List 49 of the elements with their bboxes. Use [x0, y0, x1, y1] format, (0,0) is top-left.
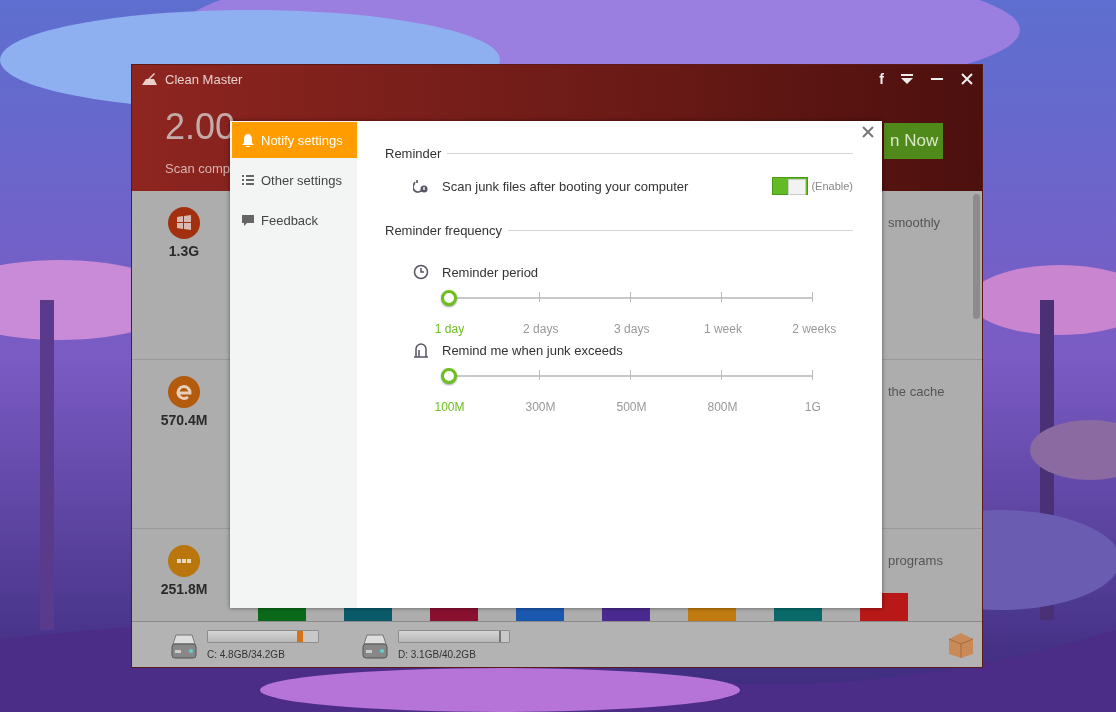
slider-option[interactable]: 3 days	[614, 322, 650, 336]
slider-option[interactable]: 100M	[434, 400, 465, 414]
category-description: the cache	[888, 383, 946, 401]
scrollbar-thumb[interactable]	[973, 194, 980, 319]
slider-option[interactable]: 800M	[707, 400, 738, 414]
chat-icon	[241, 213, 255, 227]
bell-icon	[241, 133, 255, 147]
clock-icon	[413, 264, 429, 280]
settings-tab[interactable]: Feedback	[232, 202, 357, 238]
category-size: 1.3G	[168, 243, 200, 259]
hard-drive-icon	[170, 631, 198, 662]
settings-tab[interactable]: Notify settings	[232, 122, 357, 158]
section-title: Reminder frequency	[385, 223, 503, 238]
slider-option[interactable]: 500M	[616, 400, 647, 414]
drive-usage: D: 3.1GB/40.2GB	[398, 648, 477, 660]
slider-thumb[interactable]	[441, 290, 457, 306]
category-size: 570.4M	[160, 412, 208, 428]
box-icon[interactable]	[948, 631, 974, 658]
windows-icon	[168, 207, 200, 239]
slider-option[interactable]: 1G	[804, 400, 821, 414]
drive-usage: C: 4.8GB/34.2GB	[207, 648, 286, 660]
browser-icon	[168, 376, 200, 408]
clean-button[interactable]: n Now	[884, 123, 943, 159]
section-title: Reminder	[385, 146, 442, 161]
settings-tab[interactable]: Other settings	[232, 162, 357, 198]
share-button[interactable]: f	[879, 71, 884, 87]
menu-icon[interactable]	[900, 73, 914, 85]
toggle-state: (Enable)	[811, 180, 853, 192]
option-label: Reminder period	[442, 264, 539, 280]
slider-thumb[interactable]	[441, 368, 457, 384]
list-icon	[241, 173, 255, 187]
option-label: Scan junk files after booting your computer	[442, 178, 689, 194]
hard-drive-icon	[361, 631, 389, 662]
scan-status: Scan comp	[165, 161, 232, 176]
slider-option[interactable]: 300M	[525, 400, 556, 414]
slider-option[interactable]: 1 day	[434, 322, 465, 336]
bell-icon	[413, 342, 429, 358]
broom-icon	[141, 72, 159, 86]
power-icon	[413, 178, 429, 194]
toggle-switch[interactable]	[772, 177, 809, 195]
category-size: 251.8M	[160, 581, 208, 597]
window-title: Clean Master	[165, 71, 243, 87]
slider-option[interactable]: 2 weeks	[792, 322, 837, 336]
category-description: programs	[888, 552, 944, 570]
category-description: smoothly	[888, 214, 942, 232]
slider-option[interactable]: 1 week	[703, 322, 742, 336]
option-label: Remind me when junk exceeds	[442, 342, 623, 358]
more-icon	[168, 545, 200, 577]
slider-option[interactable]: 2 days	[523, 322, 559, 336]
